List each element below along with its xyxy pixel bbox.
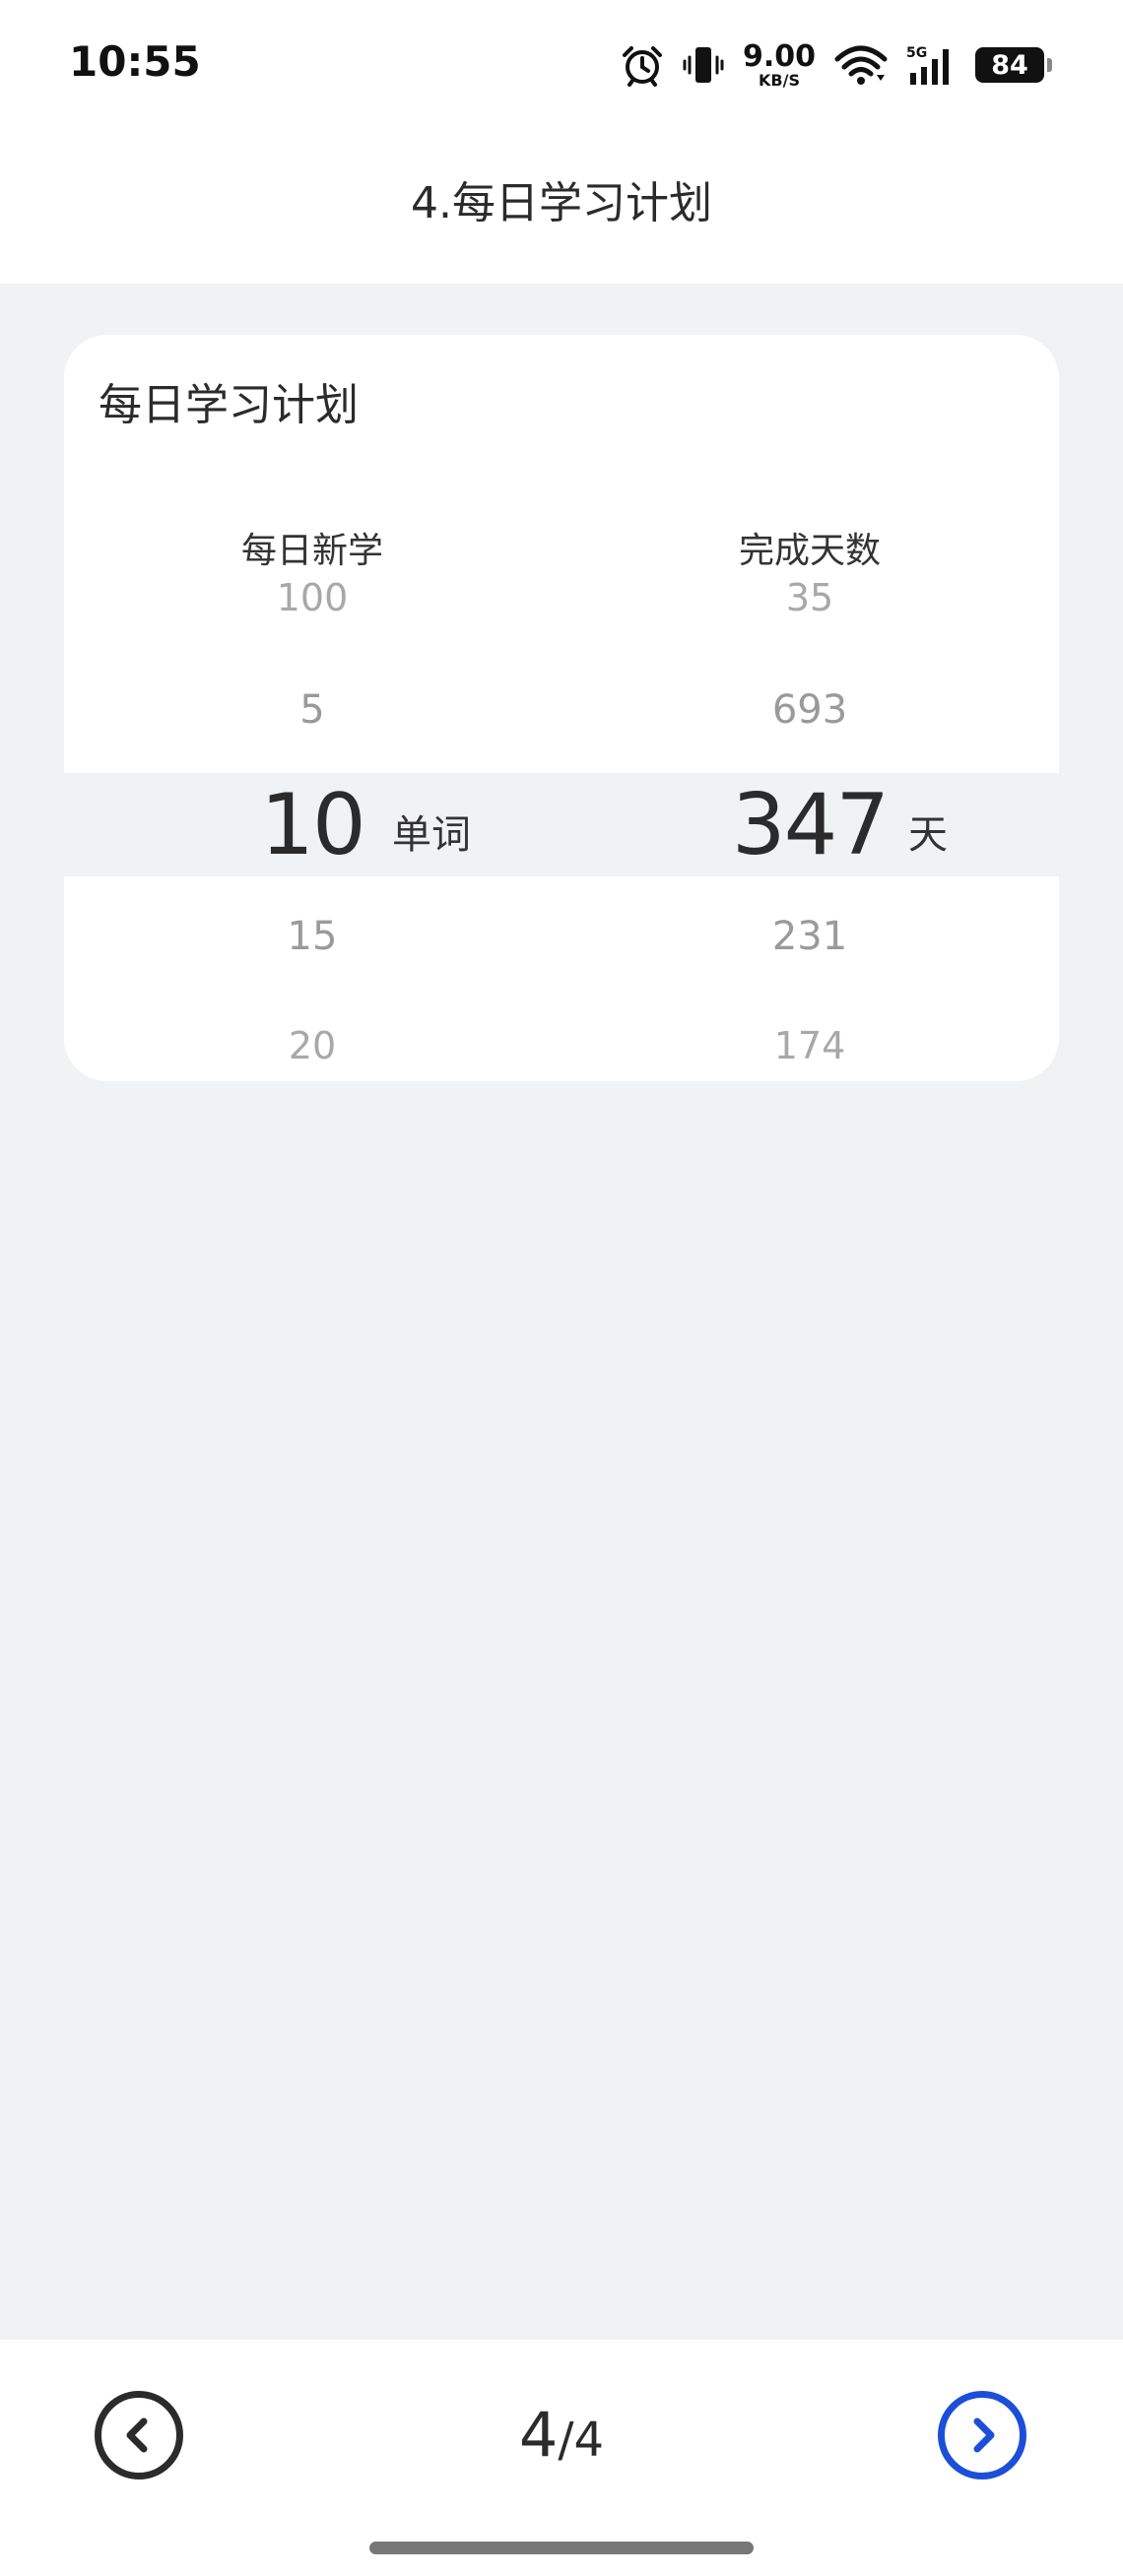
picker-item[interactable]: 20 <box>165 1024 460 1067</box>
battery-level: 84 <box>991 49 1028 81</box>
picker-item[interactable]: 231 <box>662 914 958 959</box>
network-speed-value: 9.00 <box>742 38 816 74</box>
status-time: 10:55 <box>69 37 201 86</box>
wifi-icon <box>833 43 889 87</box>
page-separator: / <box>558 2413 574 2468</box>
network-speed-unit: KB/S <box>759 70 800 90</box>
picker-item[interactable]: 5 <box>165 687 460 733</box>
card-title: 每日学习计划 <box>99 380 359 430</box>
daily-new-unit: 单词 <box>392 812 471 858</box>
alarm-icon <box>621 43 664 87</box>
status-icons: 9.00 KB/S 5G 84 <box>621 37 1052 93</box>
picker-item[interactable]: 693 <box>662 687 958 733</box>
home-indicator[interactable] <box>369 2542 754 2554</box>
daily-new-label: 每日新学 <box>240 531 383 571</box>
next-page-button[interactable] <box>938 2391 1026 2479</box>
total-pages: 4 <box>573 2413 605 2468</box>
vibrate-icon <box>682 43 725 87</box>
picker-item[interactable]: 35 <box>662 576 958 619</box>
current-page: 4 <box>518 2399 559 2471</box>
picker-item[interactable]: 15 <box>165 914 460 959</box>
cell-signal-icon: 5G <box>906 43 958 87</box>
network-speed: 9.00 KB/S <box>742 38 816 90</box>
bottom-nav-bar: 4/4 <box>0 2340 1123 2576</box>
daily-plan-card: 每日学习计划 每日新学 100 5 10 15 20 单词 完成天数 35 69… <box>64 335 1059 1081</box>
page-title: 4.每日学习计划 <box>411 178 712 228</box>
status-bar: 10:55 9.00 KB/S 5G 84 <box>0 0 1123 128</box>
header: 4.每日学习计划 <box>0 128 1123 284</box>
picker-item[interactable]: 100 <box>165 576 460 619</box>
completion-days-unit: 天 <box>908 812 948 858</box>
picker-item[interactable]: 174 <box>662 1024 958 1067</box>
cell-label: 5G <box>906 45 927 61</box>
battery-icon: 84 <box>975 47 1052 83</box>
completion-days-label: 完成天数 <box>738 531 881 571</box>
chevron-right-icon <box>973 2417 995 2453</box>
